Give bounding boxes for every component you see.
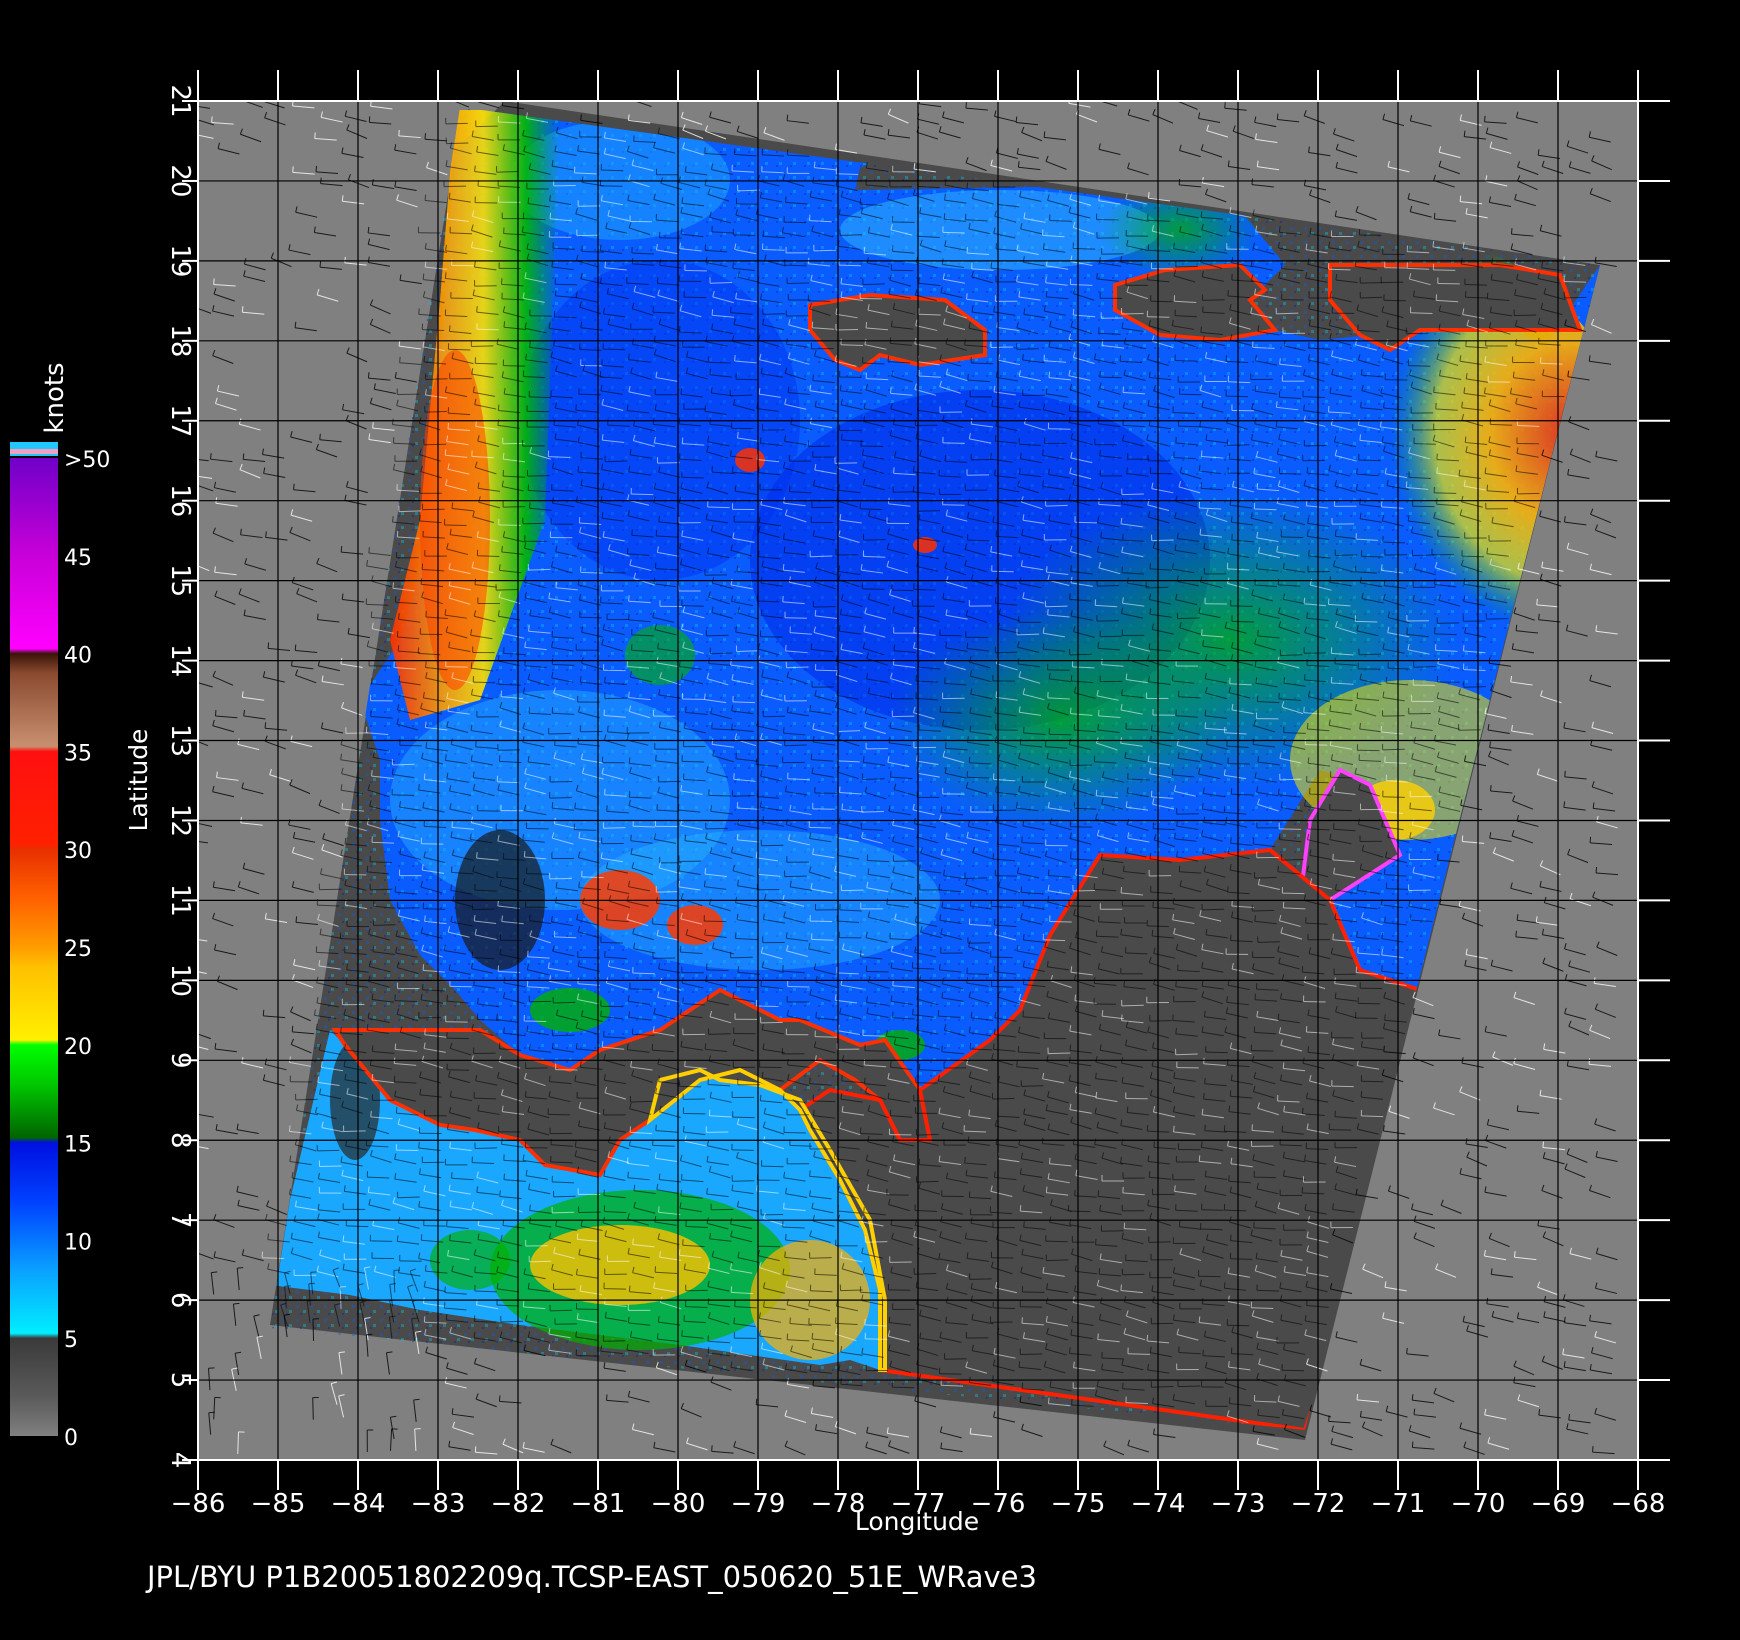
colorbar-label: 20 [64, 1035, 92, 1060]
y-tick-label: 5 [165, 1372, 195, 1389]
colorbar-label: 25 [64, 937, 92, 962]
wind-speed-map: −86 −85 −84 −83 −82 −81 −80 −79 −78 −77 −76 −75 −74−… [10, 70, 1670, 1536]
colorbar-label: 35 [64, 741, 92, 766]
x-tick-label: −85 [251, 1489, 306, 1519]
x-tick-label: −79 [731, 1489, 786, 1519]
colorbar-title: knots [40, 362, 70, 433]
y-tick-label: 20 [165, 164, 195, 197]
colorbar-labels: 0 5 10 15 20 25 30 35 40 45 >50 [64, 448, 110, 1451]
x-tick-label: −84 [331, 1489, 386, 1519]
colorbar-label: 0 [64, 1426, 78, 1451]
product-caption: JPL/BYU P1B20051802209q.TCSP-EAST_050620… [147, 1560, 1037, 1594]
y-tick-labels: 4 5 6 7 8 9 10 11 12 13 14 15 16 17 18 19 20 21 [165, 84, 195, 1468]
y-tick-label: 9 [165, 1052, 195, 1069]
colorbar-label: 10 [64, 1230, 92, 1255]
x-tick-label: −82 [491, 1489, 546, 1519]
y-tick-label: 15 [165, 564, 195, 597]
x-tick-label: −80 [651, 1489, 706, 1519]
x-tick-label: −83 [411, 1489, 466, 1519]
colorbar-label: 40 [64, 644, 92, 669]
x-tick-label: −75 [1051, 1489, 1106, 1519]
x-tick-label: −73 [1211, 1489, 1266, 1519]
x-tick-label: −74 [1131, 1489, 1186, 1519]
y-tick-label: 7 [165, 1212, 195, 1229]
y-tick-label: 13 [165, 724, 195, 757]
x-tick-label: −70 [1451, 1489, 1506, 1519]
x-tick-label: −69 [1531, 1489, 1586, 1519]
y-tick-label: 12 [165, 804, 195, 837]
y-tick-label: 10 [165, 964, 195, 997]
y-tick-label: 18 [165, 324, 195, 357]
y-tick-label: 6 [165, 1292, 195, 1309]
y-tick-label: 11 [165, 884, 195, 917]
colorbar-ramp [10, 458, 58, 1436]
y-tick-label: 4 [165, 1452, 195, 1469]
x-tick-label: −86 [171, 1489, 226, 1519]
y-tick-label: 8 [165, 1132, 195, 1149]
y-axis-label: Latitude [124, 729, 153, 832]
x-tick-label: −72 [1291, 1489, 1346, 1519]
colorbar-label: 30 [64, 839, 92, 864]
y-tick-label: 21 [165, 84, 195, 117]
y-tick-label: 14 [165, 644, 195, 677]
x-axis-label: Longitude [855, 1507, 979, 1536]
y-tick-label: 16 [165, 484, 195, 517]
colorbar-label: 45 [64, 546, 92, 571]
y-tick-label: 17 [165, 404, 195, 437]
x-tick-label: −71 [1371, 1489, 1426, 1519]
x-tick-label: −81 [571, 1489, 626, 1519]
colorbar-label: 5 [64, 1328, 78, 1353]
colorbar: knots 0 5 10 15 20 25 30 35 40 45 >50 [10, 362, 110, 1451]
colorbar-label: >50 [64, 448, 110, 473]
colorbar-label: 15 [64, 1133, 92, 1158]
x-tick-label: −68 [1611, 1489, 1666, 1519]
y-tick-label: 19 [165, 244, 195, 277]
